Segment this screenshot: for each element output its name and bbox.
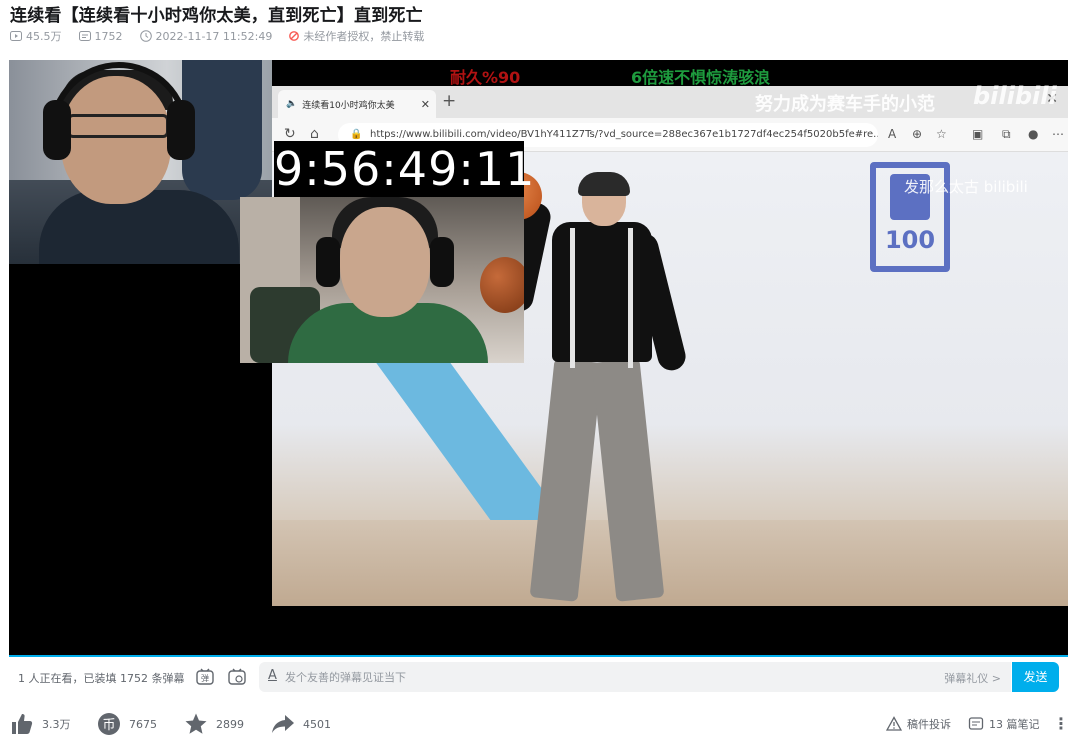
progress-line[interactable] [9,655,1068,657]
bilibili-watermark: bilibili [973,82,1057,110]
svg-text:弹: 弹 [201,673,209,683]
favorite-button[interactable]: 2899 [184,712,244,736]
copyright-notice: 未经作者授权，禁止转载 [289,28,424,44]
like-count: 3.3万 [42,718,71,731]
thumbs-up-icon [12,714,33,734]
watching-count-text: 1 人正在看，已装填 1752 条弹幕 [18,672,185,685]
browser-tab-title: 连续看10小时鸡你太美 [302,100,395,111]
favorite-count: 2899 [216,717,244,731]
browser-url-text: https://www.bilibili.com/video/BV1hY411Z… [370,129,878,140]
home-icon: ⌂ [310,126,319,142]
close-tab-icon: ✕ [420,98,430,111]
more-options-icon[interactable]: ⋮ [1053,714,1069,733]
new-tab-icon: + [442,91,457,111]
play-count-icon [10,31,22,41]
danmaku-input-wrap: A 弹幕礼仪 > [259,662,1011,692]
report-button[interactable]: 稿件投诉 [886,716,951,732]
pubdate-value: 2022-11-17 11:52:49 [155,29,273,43]
share-count: 4501 [303,717,331,731]
favorite-star-icon: ☆ [936,127,947,141]
forbidden-icon [289,31,300,41]
report-label: 稿件投诉 [907,718,951,731]
notes-button[interactable]: 13 篇笔记 [968,716,1040,732]
dancer-figure [494,172,712,606]
share-arrow-icon [272,715,294,733]
share-button[interactable]: 4501 [271,712,331,736]
more-menu-icon: ⋯ [1052,127,1064,141]
danmaku-overlay-white: 努力成为赛车手的小范 [755,94,935,115]
video-title: 连续看【连续看十小时鸡你太美，直到死亡】直到死亡 [10,6,423,26]
coin-button[interactable]: 币 7675 [97,712,157,736]
coin-count: 7675 [129,717,157,731]
svg-text:币: 币 [102,718,115,733]
danmaku-bar: 1 人正在看，已装填 1752 条弹幕 弹 A 弹幕礼仪 > 发送 [9,658,1068,698]
danmaku-settings-icon[interactable] [227,667,247,687]
star-icon [185,713,207,734]
speaker-icon: 🔈 [286,99,298,109]
like-button[interactable]: 3.3万 [10,712,71,736]
danmaku-stat: 1752 [78,29,123,43]
inner-watermark: 发那么太古 bilibili [904,178,1028,196]
copyright-text: 未经作者授权，禁止转载 [303,30,425,43]
send-danmaku-button[interactable]: 发送 [1012,662,1059,692]
webcam-center [240,197,524,363]
profile-icon: ● [1028,127,1039,141]
views-value: 45.5万 [26,30,62,43]
zoom-icon: ⊕ [912,127,923,141]
video-toolbar: 3.3万 币 7675 2899 4501 稿件投诉 13 篇笔记 ⋮ [0,706,1080,744]
pubdate-stat: 2022-11-17 11:52:49 [139,29,273,43]
danmaku-etiquette-link[interactable]: 弹幕礼仪 > [944,670,1001,686]
video-meta: 45.5万 1752 2022-11-17 11:52:49 未经作者授权，禁止… [10,28,441,44]
browser-tabbar: 🔈 连续看10小时鸡你太美 ✕ + ✕ [272,86,1068,118]
clock-icon [139,30,152,42]
font-style-icon[interactable]: A [268,668,277,683]
danmaku-toggle-icon[interactable]: 弹 [195,667,215,687]
danmaku-count-icon [78,31,91,41]
note-icon [968,717,984,730]
coin-icon: 币 [98,713,120,735]
danmaku-overlay-red: 耐久%90 [450,68,521,87]
stream-timer: 9:56:49:11 [274,141,536,197]
webcam-left [9,60,272,264]
collections-icon: ⧉ [1002,127,1011,141]
warning-icon [886,716,902,731]
browser-tab: 🔈 连续看10小时鸡你太美 ✕ [278,90,436,118]
video-player[interactable]: 🔈 连续看10小时鸡你太美 ✕ + ✕ ↻ ⌂ 🔒 https://www.bi… [9,60,1068,656]
views-stat: 45.5万 [10,28,62,44]
read-aloud-icon: A [888,127,897,141]
danmaku-input[interactable] [285,662,925,692]
extension-icon: ▣ [972,127,984,141]
notes-label: 13 篇笔记 [989,718,1040,731]
danmaku-overlay-green: 6倍速不惧惊涛骇浪 [631,68,771,87]
refresh-icon: ↻ [284,126,296,142]
danmaku-count-value: 1752 [94,29,123,43]
